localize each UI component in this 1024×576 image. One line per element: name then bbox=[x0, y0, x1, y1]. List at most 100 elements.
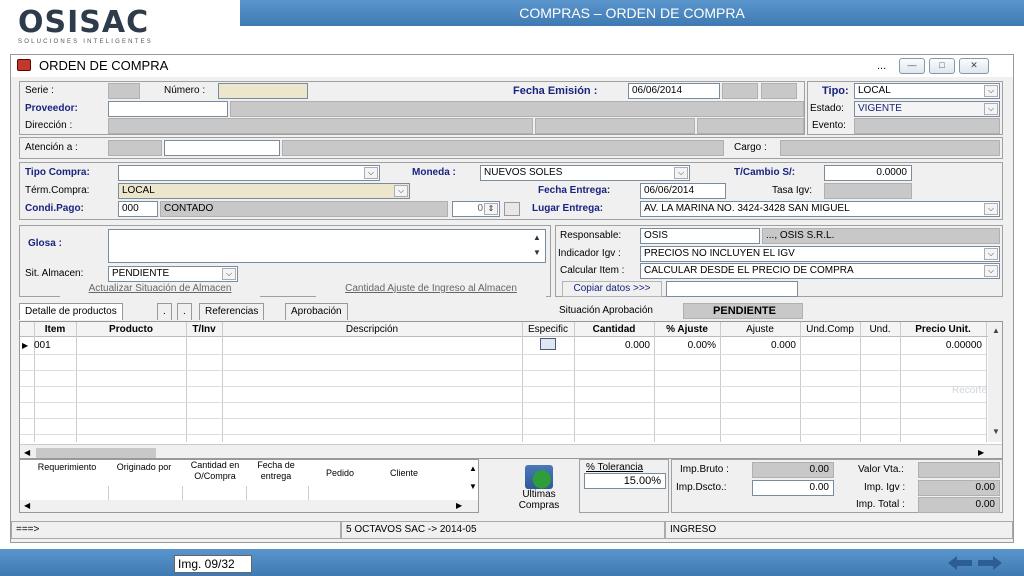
estado-value: VIGENTE bbox=[858, 103, 902, 114]
money-bag-icon bbox=[525, 465, 553, 489]
fecha-extra-2 bbox=[761, 83, 797, 99]
estado-select[interactable]: VIGENTE ⌵ bbox=[854, 101, 1000, 117]
row-ajuste-pct: 0.00% bbox=[687, 340, 716, 351]
sub-col-fecha: Fecha de entrega bbox=[257, 460, 295, 481]
col-und-comp: Und.Comp bbox=[806, 324, 854, 335]
cantidad-ajuste-button[interactable]: Cantidad Ajuste de Ingreso al Almacen bbox=[316, 282, 546, 298]
grid-vscrollbar[interactable]: ▲ ▼ bbox=[988, 322, 1002, 442]
arrow-left-icon[interactable] bbox=[948, 556, 972, 570]
chevron-down-icon[interactable]: ⌵ bbox=[674, 167, 688, 179]
fecha-entrega-field[interactable]: 06/06/2014 bbox=[640, 183, 726, 199]
col-especific: Especific bbox=[527, 324, 568, 335]
atencion-name-field bbox=[282, 140, 724, 156]
chevron-down-icon[interactable]: ⌵ bbox=[984, 203, 998, 215]
grid-hscrollbar[interactable]: ◀ ▶ bbox=[20, 444, 1002, 458]
calcular-item-select[interactable]: CALCULAR DESDE EL PRECIO DE COMPRA ⌵ bbox=[640, 263, 1000, 279]
moneda-value: NUEVOS SOLES bbox=[484, 167, 563, 178]
chevron-down-icon[interactable]: ⌵ bbox=[364, 167, 378, 179]
actualizar-almacen-button[interactable]: Actualizar Situación de Almacen bbox=[60, 282, 260, 298]
tcambio-field[interactable]: 0.0000 bbox=[824, 165, 912, 181]
responsable-label: Responsable: bbox=[560, 230, 622, 241]
sub-col-cantidad: Cantidad en O/Compra bbox=[190, 460, 240, 481]
scroll-left-icon[interactable]: ◀ bbox=[24, 446, 30, 458]
imp-dscto-label: Imp.Dscto.: bbox=[676, 482, 727, 493]
tolerancia-field[interactable]: 15.00% bbox=[584, 473, 666, 489]
tab-referencias[interactable]: Referencias bbox=[199, 303, 265, 320]
proveedor-name-field bbox=[230, 101, 804, 117]
chevron-down-icon[interactable]: ⌵ bbox=[984, 265, 998, 277]
chevron-down-icon[interactable]: ⌵ bbox=[222, 268, 236, 280]
minimize-icon[interactable]: — bbox=[899, 58, 925, 74]
lugar-entrega-select[interactable]: AV. LA MARINA NO. 3424-3428 SAN MIGUEL ⌵ bbox=[640, 201, 1000, 217]
subgrid-vscrollbar[interactable]: ▲ ▼ bbox=[466, 460, 478, 500]
col-item: Item bbox=[44, 324, 66, 335]
chevron-down-icon[interactable]: ⌵ bbox=[394, 185, 408, 197]
dias-spinner[interactable]: 0 ⇕ bbox=[452, 201, 500, 217]
imp-dscto-field[interactable]: 0.00 bbox=[752, 480, 834, 496]
row-ajuste: 0.000 bbox=[770, 340, 796, 351]
terms-panel: Tipo Compra: ⌵ Moneda : NUEVOS SOLES ⌵ T/… bbox=[19, 162, 1003, 220]
imp-bruto-label: Imp.Bruto : bbox=[680, 464, 729, 475]
slide-footer bbox=[0, 549, 1024, 576]
term-compra-value: LOCAL bbox=[122, 185, 155, 196]
sub-col-pedido: Pedido bbox=[325, 468, 355, 478]
tab-dot-1[interactable]: . bbox=[157, 303, 172, 320]
col-producto: Producto bbox=[109, 324, 153, 335]
proveedor-code-field[interactable] bbox=[108, 101, 228, 117]
sit-almacen-select[interactable]: PENDIENTE ⌵ bbox=[108, 266, 238, 282]
glosa-scroll-icon[interactable]: ▲ ▼ bbox=[530, 230, 544, 262]
responsable-name-field: ..., OSIS S.R.L. bbox=[762, 228, 1000, 244]
maximize-icon[interactable]: □ bbox=[929, 58, 955, 74]
tab-aprobacion[interactable]: Aprobación bbox=[285, 303, 348, 320]
glosa-label: Glosa : bbox=[28, 238, 62, 249]
subgrid-hscrollbar[interactable]: ◀ ▶ bbox=[20, 500, 478, 512]
serie-label: Serie : bbox=[25, 85, 54, 96]
atencion-field[interactable] bbox=[164, 140, 280, 156]
tab-detalle-productos[interactable]: Detalle de productos bbox=[19, 303, 123, 320]
especific-edit-icon[interactable] bbox=[540, 338, 556, 350]
numero-field[interactable] bbox=[218, 83, 308, 99]
indicador-igv-label: Indicador Igv : bbox=[558, 248, 621, 259]
lugar-entrega-label: Lugar Entrega: bbox=[532, 203, 604, 214]
tab-dot-2[interactable]: . bbox=[177, 303, 192, 320]
valor-vta-field bbox=[918, 462, 1000, 478]
folder-icon[interactable] bbox=[504, 202, 520, 216]
copiar-datos-field[interactable] bbox=[666, 281, 798, 297]
hscroll-thumb[interactable] bbox=[36, 448, 156, 458]
window-titlebar: ORDEN DE COMPRA ... — □ ✕ bbox=[11, 55, 1013, 77]
condi-pago-code-field[interactable]: 000 bbox=[118, 201, 158, 217]
scroll-right-icon[interactable]: ▶ bbox=[978, 446, 984, 458]
calcular-item-label: Calcular Item : bbox=[560, 265, 625, 276]
serie-field[interactable] bbox=[108, 83, 140, 99]
arrow-right-icon[interactable] bbox=[978, 556, 1002, 570]
glosa-textarea[interactable] bbox=[108, 229, 546, 263]
spinner-arrows-icon[interactable]: ⇕ bbox=[484, 203, 498, 215]
responsable-field[interactable]: OSIS bbox=[640, 228, 760, 244]
situacion-aprobacion-label: Situación Aprobación bbox=[559, 305, 653, 316]
chevron-down-icon[interactable]: ⌵ bbox=[984, 85, 998, 97]
sit-almacen-value: PENDIENTE bbox=[112, 268, 170, 279]
window-ellipsis: ... bbox=[877, 60, 887, 72]
orden-compra-window: ORDEN DE COMPRA ... — □ ✕ Serie : Número… bbox=[10, 54, 1014, 543]
calcular-item-value: CALCULAR DESDE EL PRECIO DE COMPRA bbox=[644, 265, 854, 276]
chevron-down-icon[interactable]: ⌵ bbox=[984, 103, 998, 115]
header-panel: Serie : Número : Fecha Emisión : 06/06/2… bbox=[19, 81, 805, 135]
table-row[interactable]: ▶ 001 0.000 0.00% 0.000 0.00000 bbox=[20, 338, 986, 354]
fecha-emision-field[interactable]: 06/06/2014 bbox=[628, 83, 720, 99]
indicador-igv-select[interactable]: PRECIOS NO INCLUYEN EL IGV ⌵ bbox=[640, 246, 1000, 262]
direccion-extra-1 bbox=[535, 118, 695, 134]
chevron-down-icon[interactable]: ⌵ bbox=[984, 248, 998, 260]
window-app-icon bbox=[17, 59, 31, 71]
fecha-extra-1 bbox=[722, 83, 758, 99]
tipo-compra-select[interactable]: ⌵ bbox=[118, 165, 380, 181]
close-icon[interactable]: ✕ bbox=[959, 58, 989, 74]
copiar-datos-button[interactable]: Copiar datos >>> bbox=[562, 281, 662, 297]
ultimas-compras-button[interactable]: Ultimas Compras bbox=[509, 463, 569, 513]
direccion-extra-2 bbox=[697, 118, 804, 134]
tipo-select[interactable]: LOCAL ⌵ bbox=[854, 83, 1000, 99]
moneda-label: Moneda : bbox=[412, 167, 456, 178]
valor-vta-label: Valor Vta.: bbox=[858, 464, 904, 475]
moneda-select[interactable]: NUEVOS SOLES ⌵ bbox=[480, 165, 690, 181]
proveedor-label: Proveedor: bbox=[25, 103, 78, 114]
term-compra-select[interactable]: LOCAL ⌵ bbox=[118, 183, 410, 199]
